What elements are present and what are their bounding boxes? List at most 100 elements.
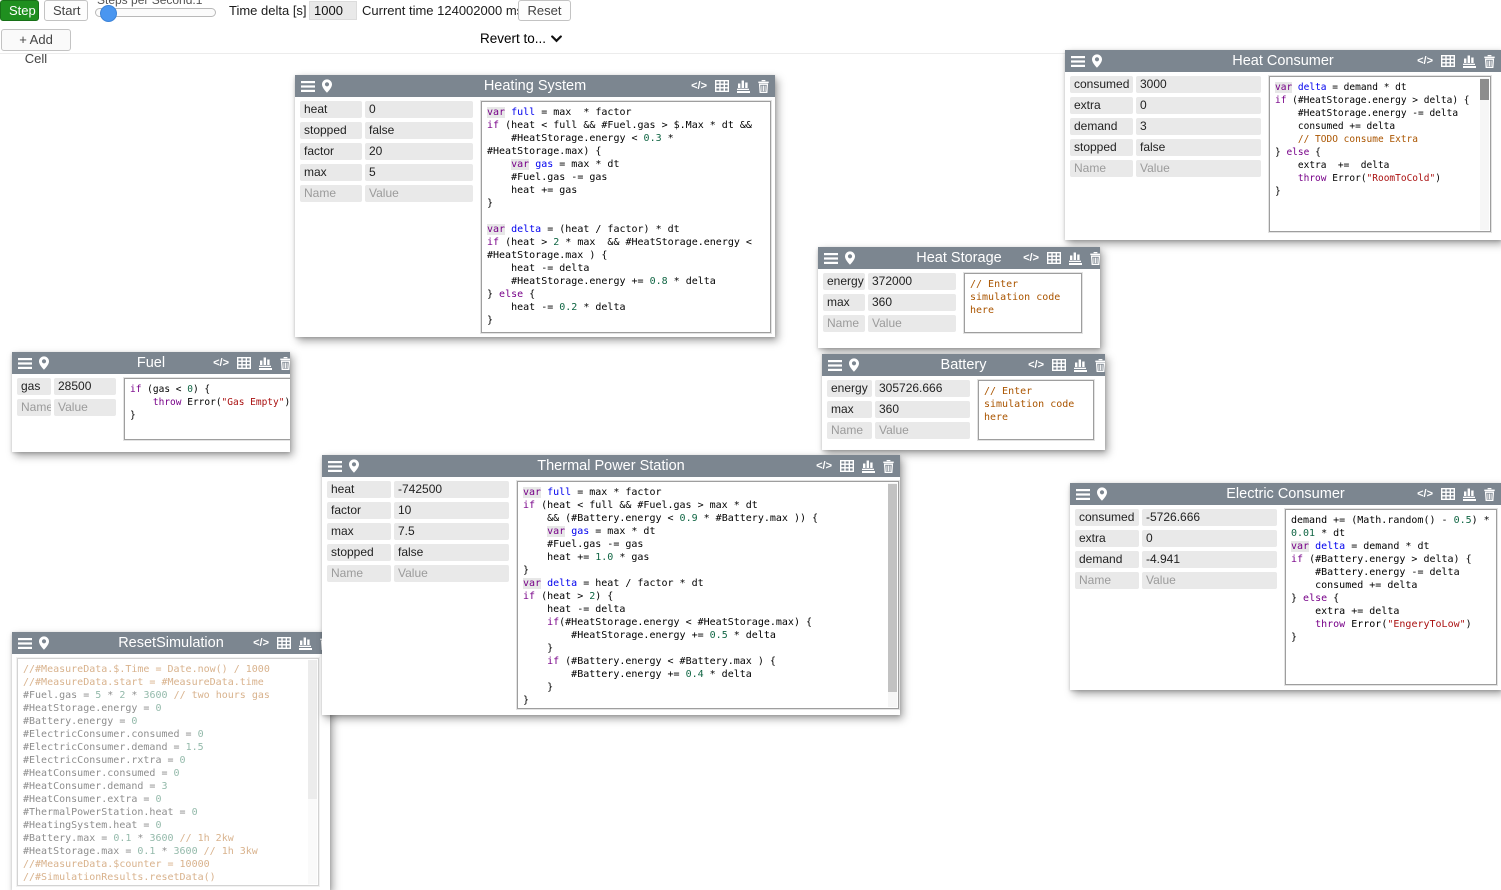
prop-value-placeholder-input[interactable]: Value (365, 185, 473, 202)
prop-value-field[interactable]: 360 (868, 294, 956, 311)
prop-value-field[interactable]: 3000 (1136, 76, 1261, 93)
prop-value-placeholder-input[interactable]: Value (394, 565, 509, 582)
menu-icon[interactable] (828, 360, 842, 371)
prop-value-field[interactable]: false (1136, 139, 1261, 156)
add-cell-button[interactable]: + Add Cell (1, 29, 71, 51)
prop-value-field[interactable]: 0 (365, 101, 473, 118)
prop-value-field[interactable]: 305726.666 (875, 380, 970, 397)
prop-name-field[interactable]: factor (327, 502, 391, 519)
code-view-icon[interactable]: </> (1028, 359, 1044, 371)
prop-value-field[interactable]: -5726.666 (1142, 509, 1277, 526)
scrollbar-thumb[interactable] (1480, 79, 1489, 100)
trash-icon[interactable] (758, 80, 769, 93)
chart-view-icon[interactable] (862, 459, 875, 473)
prop-name-field[interactable]: max (823, 294, 865, 311)
menu-icon[interactable] (18, 638, 32, 649)
scrollbar[interactable] (1480, 78, 1489, 230)
code-editor[interactable]: //#MeasureData.$.Time = Date.now() / 100… (17, 658, 319, 886)
reset-button[interactable]: Reset (518, 0, 571, 21)
prop-name-placeholder-input[interactable]: Name (1075, 572, 1139, 589)
prop-value-placeholder-input[interactable]: Value (875, 422, 970, 439)
table-view-icon[interactable] (277, 637, 291, 649)
prop-value-field[interactable]: false (394, 544, 509, 561)
prop-value-field[interactable]: 10 (394, 502, 509, 519)
code-view-icon[interactable]: </> (1417, 488, 1433, 500)
prop-value-field[interactable]: 0 (1142, 530, 1277, 547)
prop-value-field[interactable]: 3 (1136, 118, 1261, 135)
menu-icon[interactable] (301, 81, 315, 92)
code-view-icon[interactable]: </> (213, 357, 229, 369)
prop-name-placeholder-input[interactable]: Name (17, 399, 51, 416)
pin-icon[interactable] (349, 459, 359, 473)
pin-icon[interactable] (322, 79, 332, 93)
prop-value-field[interactable]: 20 (365, 143, 473, 160)
prop-name-field[interactable]: max (827, 401, 872, 418)
trash-icon[interactable] (883, 460, 894, 473)
code-view-icon[interactable]: </> (691, 80, 707, 92)
pin-icon[interactable] (1092, 54, 1102, 68)
table-view-icon[interactable] (1047, 252, 1061, 264)
prop-value-placeholder-input[interactable]: Value (868, 315, 956, 332)
pin-icon[interactable] (39, 636, 49, 650)
step-button[interactable]: Step (0, 0, 39, 21)
prop-name-field[interactable]: max (327, 523, 391, 540)
prop-value-field[interactable]: -4.941 (1142, 551, 1277, 568)
scrollbar[interactable] (308, 660, 317, 884)
prop-value-field[interactable]: 372000 (868, 273, 956, 290)
prop-name-placeholder-input[interactable]: Name (327, 565, 391, 582)
chart-view-icon[interactable] (737, 79, 750, 93)
menu-icon[interactable] (18, 358, 32, 369)
chart-view-icon[interactable] (1069, 251, 1082, 265)
steps-per-second-slider[interactable] (95, 8, 216, 17)
chart-view-icon[interactable] (259, 356, 272, 370)
prop-name-field[interactable]: extra (1070, 97, 1133, 114)
prop-value-field[interactable]: 28500 (54, 378, 116, 395)
code-view-icon[interactable]: </> (1023, 252, 1039, 264)
prop-name-field[interactable]: heat (300, 101, 362, 118)
prop-name-field[interactable]: factor (300, 143, 362, 160)
menu-icon[interactable] (328, 461, 342, 472)
code-editor[interactable]: var full = max * factor if (heat < full … (517, 481, 899, 709)
time-delta-input[interactable] (309, 1, 357, 20)
prop-name-field[interactable]: max (300, 164, 362, 181)
prop-value-placeholder-input[interactable]: Value (1142, 572, 1277, 589)
prop-value-field[interactable]: 360 (875, 401, 970, 418)
prop-value-placeholder-input[interactable]: Value (1136, 160, 1261, 177)
prop-value-field[interactable]: 5 (365, 164, 473, 181)
chart-view-icon[interactable] (1074, 358, 1087, 372)
prop-name-field[interactable]: heat (327, 481, 391, 498)
table-view-icon[interactable] (1052, 359, 1066, 371)
trash-icon[interactable] (1090, 252, 1100, 265)
trash-icon[interactable] (280, 357, 290, 370)
pin-icon[interactable] (39, 356, 49, 370)
pin-icon[interactable] (849, 358, 859, 372)
prop-name-field[interactable]: demand (1075, 551, 1139, 568)
chart-view-icon[interactable] (1463, 54, 1476, 68)
pin-icon[interactable] (845, 251, 855, 265)
prop-name-field[interactable]: extra (1075, 530, 1139, 547)
scrollbar[interactable] (888, 483, 897, 707)
prop-value-field[interactable]: false (365, 122, 473, 139)
menu-icon[interactable] (1076, 489, 1090, 500)
table-view-icon[interactable] (840, 460, 854, 472)
table-view-icon[interactable] (1441, 488, 1455, 500)
scrollbar-thumb[interactable] (888, 484, 897, 692)
code-editor[interactable]: // Enter simulation code here (964, 273, 1082, 333)
slider-thumb[interactable] (100, 5, 117, 22)
pin-icon[interactable] (1097, 487, 1107, 501)
revert-to-dropdown[interactable]: Revert to... (480, 31, 562, 46)
prop-name-field[interactable]: consumed (1075, 509, 1139, 526)
prop-name-field[interactable]: stopped (1070, 139, 1133, 156)
trash-icon[interactable] (1095, 359, 1105, 372)
prop-name-field[interactable]: demand (1070, 118, 1133, 135)
prop-name-placeholder-input[interactable]: Name (823, 315, 865, 332)
prop-value-placeholder-input[interactable]: Value (54, 399, 116, 416)
code-editor[interactable]: // Enter simulation code here (978, 380, 1094, 440)
scrollbar-thumb[interactable] (308, 660, 317, 799)
prop-name-field[interactable]: energy (827, 380, 872, 397)
code-editor[interactable]: demand += (Math.random() - 0.5) * 0.01 *… (1285, 509, 1497, 685)
code-view-icon[interactable]: </> (253, 637, 269, 649)
trash-icon[interactable] (1484, 55, 1495, 68)
code-view-icon[interactable]: </> (1417, 55, 1433, 67)
code-view-icon[interactable]: </> (816, 460, 832, 472)
